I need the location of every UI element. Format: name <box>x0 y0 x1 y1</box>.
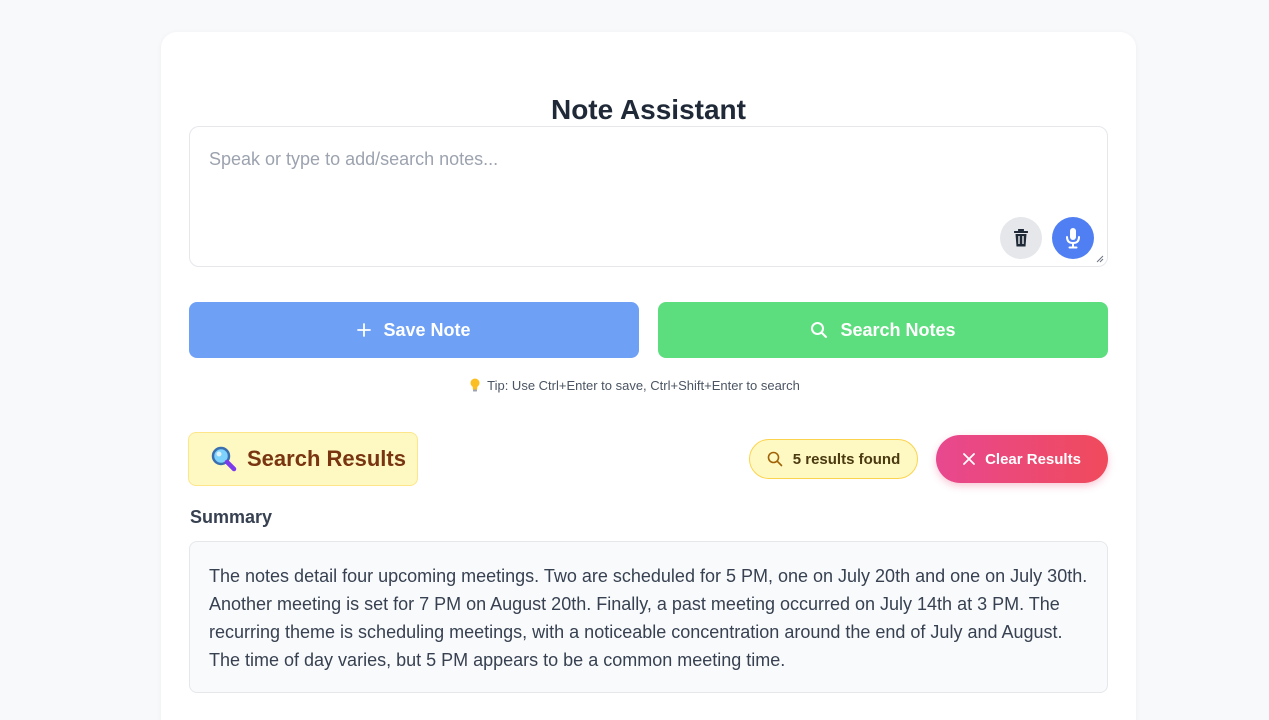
search-notes-button[interactable]: Search Notes <box>658 302 1108 358</box>
close-icon <box>963 453 975 465</box>
results-count-badge: 5 results found <box>749 439 918 479</box>
clear-results-label: Clear Results <box>985 450 1081 468</box>
search-icon <box>810 321 828 339</box>
summary-heading: Summary <box>190 507 273 527</box>
magnifier-emoji-icon <box>211 446 237 472</box>
search-results-title: Search Results <box>247 446 406 471</box>
trash-icon <box>1014 229 1028 247</box>
summary-text: The notes detail four upcoming meetings.… <box>189 541 1108 693</box>
save-note-label: Save Note <box>383 319 471 340</box>
results-count-text: 5 results found <box>792 450 901 468</box>
search-results-heading: Search Results <box>188 432 418 486</box>
plus-icon <box>357 323 372 337</box>
microphone-icon <box>1066 228 1080 249</box>
tip-text: Tip: Use Ctrl+Enter to save, Ctrl+Shift+… <box>487 378 800 393</box>
note-input-container <box>189 126 1108 267</box>
resize-handle-icon[interactable] <box>1096 255 1104 263</box>
clear-input-button[interactable] <box>1000 217 1042 259</box>
save-note-button[interactable]: Save Note <box>189 302 639 358</box>
voice-input-button[interactable] <box>1052 217 1094 259</box>
search-notes-label: Search Notes <box>840 319 956 340</box>
page-title: Note Assistant <box>550 94 746 125</box>
lightbulb-icon <box>469 378 481 393</box>
note-input[interactable] <box>190 127 1107 266</box>
keyboard-tip: Tip: Use Ctrl+Enter to save, Ctrl+Shift+… <box>0 378 1269 393</box>
clear-results-button[interactable]: Clear Results <box>936 435 1108 483</box>
search-icon <box>767 451 783 467</box>
